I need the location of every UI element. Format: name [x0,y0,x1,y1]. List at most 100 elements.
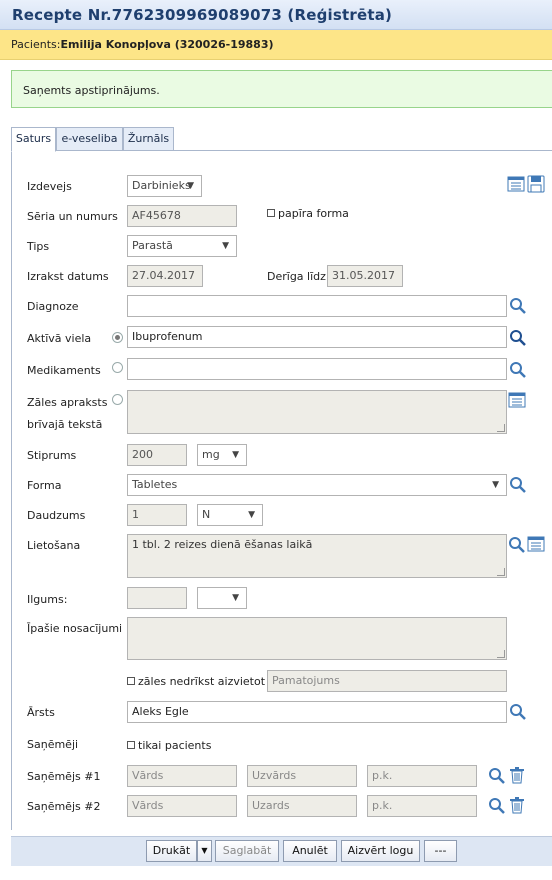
forma-label: Forma [27,479,62,492]
diagnoze-label: Diagnoze [27,300,79,313]
lietosana-value: 1 tbl. 2 reizes dienā ēšanas laikā [132,538,313,551]
arsts-label: Ārsts [27,706,55,719]
ipasie-nosacijumi-label: Īpašie nosacījumi [27,622,123,635]
checkbox-box [127,741,135,749]
seria-label: Sēria un numurs [27,210,118,223]
resize-grip-icon[interactable] [497,424,505,432]
search-icon[interactable] [509,476,527,494]
tips-value: Parastā [132,239,173,252]
list-icon[interactable] [508,391,526,409]
izdevejs-label: Izdevejs [27,180,72,193]
medikaments-input[interactable] [127,358,507,380]
daudzums-unit-select[interactable]: N ▼ [197,504,263,526]
print-menu-button[interactable]: ▼ [197,840,212,862]
forma-value: Tabletes [132,478,178,491]
stiprums-label: Stiprums [27,449,77,462]
forma-select[interactable]: Tabletes ▼ [127,474,507,496]
cancel-button[interactable]: Anulēt [283,840,337,862]
stiprums-unit-value: mg [202,448,220,461]
checkbox-box [127,677,135,685]
sanemejs-1-first-name[interactable]: Vārds [127,765,237,787]
lietosana-textarea[interactable]: 1 tbl. 2 reizes dienā ēšanas laikā [127,534,507,578]
chevron-down-icon: ▼ [492,480,499,490]
tikai-pacients-checkbox[interactable]: tikai pacients [127,739,211,752]
search-icon[interactable] [488,767,506,785]
zales-apraksts-label: Zāles apraksts [27,396,108,409]
resize-grip-icon[interactable] [497,650,505,658]
sanemejs-2-first-name[interactable]: Vārds [127,795,237,817]
papira-forma-checkbox[interactable]: papīra forma [267,207,349,220]
nedrikst-aizvietot-checkbox[interactable]: zāles nedrīkst aizvietot [127,675,265,688]
tips-select[interactable]: Parastā ▼ [127,235,237,257]
tab-e-veseliba[interactable]: e-veseliba [56,127,123,151]
search-icon[interactable] [508,536,526,554]
aktiva-viela-label: Aktīvā viela [27,332,92,345]
chevron-down-icon: ▼ [222,241,229,251]
nedrikst-aizvietot-label: zāles nedrīkst aizvietot [138,675,266,688]
chevron-down-icon: ▼ [201,846,208,855]
daudzums-unit-value: N [202,508,211,521]
sanemejs-1-pk[interactable]: p.k. [367,765,477,787]
resize-grip-icon[interactable] [497,568,505,576]
ilgums-input[interactable] [127,587,187,609]
patient-label: Pacients: [11,38,61,51]
chevron-down-icon: ▼ [248,510,255,520]
button-bar [11,836,552,866]
zales-apraksts-label-2: brīvajā tekstā [27,418,103,431]
ilgums-unit-select[interactable]: ▼ [197,587,247,609]
ipasie-nosacijumi-textarea[interactable] [127,617,507,660]
deriga-lidz-label: Derīga līdz [267,270,326,283]
window-title: Recepte Nr.7762309969089073 (Reģistrēta) [12,6,393,24]
diagnoze-input[interactable] [127,295,507,317]
lietosana-label: Lietošana [27,539,81,552]
medikaments-radio[interactable] [112,362,123,373]
trash-icon[interactable] [508,796,526,814]
chevron-down-icon: ▼ [187,181,194,191]
seria-input[interactable]: AF45678 [127,205,237,227]
patient-info: Pacients:Emilija Konopļova (320026-19883… [11,38,274,51]
list-icon[interactable] [507,175,525,193]
tikai-pacients-label: tikai pacients [138,739,212,752]
ilgums-label: Ilgums: [27,593,68,606]
papira-forma-label: papīra forma [278,207,349,220]
arsts-input[interactable]: Aleks Egle [127,701,507,723]
aktiva-viela-input[interactable]: Ibuprofenum [127,326,507,348]
izrakst-datums-label: Izrakst datums [27,270,109,283]
pamatojums-input[interactable]: Pamatojums [267,670,507,692]
stiprums-input[interactable]: 200 [127,444,187,466]
save-button[interactable]: Saglabāt [215,840,279,862]
daudzums-input[interactable]: 1 [127,504,187,526]
tab-saturs[interactable]: Saturs [11,127,56,152]
sanemejs-2-last-name[interactable]: Uzards [247,795,357,817]
save-disk-icon[interactable] [527,175,545,193]
print-button[interactable]: Drukāt [146,840,197,862]
izrakst-datums-input[interactable]: 27.04.2017 [127,265,203,287]
izdevejs-select[interactable]: Darbinieks ▼ [127,175,202,197]
notice-text: Saņemts apstiprinājums. [23,84,160,97]
zales-apraksts-radio[interactable] [112,394,123,405]
close-window-button[interactable]: Aizvērt logu [341,840,420,862]
search-icon[interactable] [509,329,527,347]
list-icon[interactable] [527,535,545,553]
stiprums-unit-select[interactable]: mg ▼ [197,444,247,466]
daudzums-label: Daudzums [27,509,86,522]
sanemejs-2-label: Saņēmējs #2 [27,800,101,813]
deriga-lidz-input[interactable]: 31.05.2017 [327,265,403,287]
search-icon[interactable] [509,361,527,379]
more-button[interactable]: --- [424,840,457,862]
patient-bar: Pacients:Emilija Konopļova (320026-19883… [0,30,552,60]
checkbox-box [267,209,275,217]
aktiva-viela-radio[interactable] [112,332,123,343]
zales-apraksts-textarea[interactable] [127,390,507,434]
tab-zurnals[interactable]: Žurnāls [123,127,174,151]
trash-icon[interactable] [508,766,526,784]
sanemejs-1-label: Saņēmējs #1 [27,770,101,783]
izdevejs-value: Darbinieks [132,179,191,192]
search-icon[interactable] [509,703,527,721]
chevron-down-icon: ▼ [232,450,239,460]
sanemejs-1-last-name[interactable]: Uzvārds [247,765,357,787]
search-icon[interactable] [488,797,506,815]
sanemejs-2-pk[interactable]: p.k. [367,795,477,817]
search-icon[interactable] [509,297,527,315]
chevron-down-icon: ▼ [232,593,239,603]
